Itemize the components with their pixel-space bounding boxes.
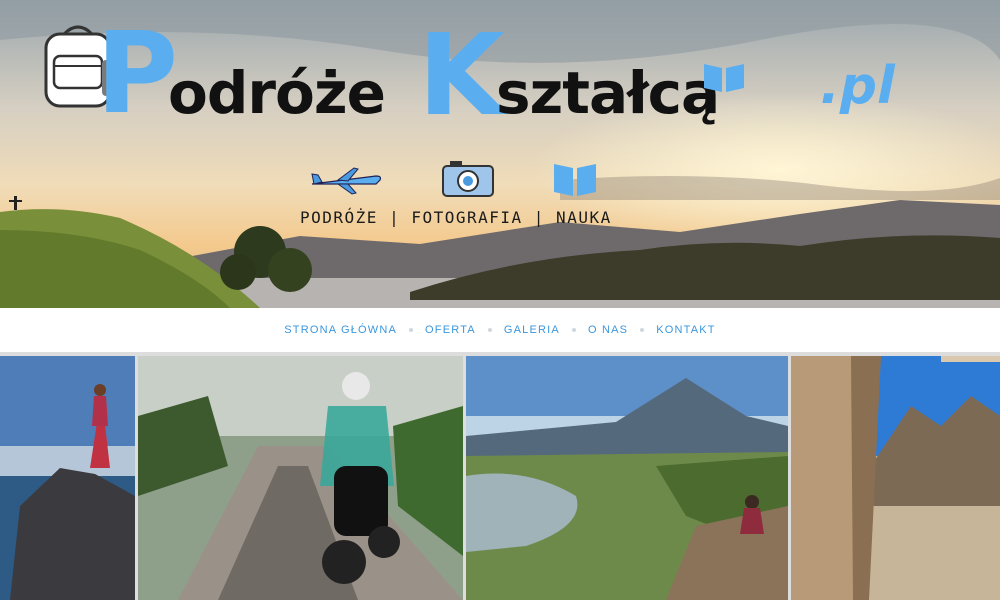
gallery-photo-valley-lake[interactable] bbox=[466, 356, 788, 600]
nav-item-gallery[interactable]: GALERIA bbox=[504, 324, 560, 336]
logo-word-podroze: odróże bbox=[168, 59, 386, 127]
main-navigation: STRONA GŁÓWNA OFERTA GALERIA O NAS KONTA… bbox=[0, 308, 1000, 352]
nav-item-about[interactable]: O NAS bbox=[588, 324, 628, 336]
gallery-photo-tent-mountains[interactable] bbox=[791, 356, 1000, 600]
site-logo[interactable]: P odróże K ształcą .pl bbox=[0, 0, 1000, 308]
logo-initial-k: K bbox=[418, 11, 505, 141]
nav-item-contact[interactable]: KONTAKT bbox=[656, 324, 716, 336]
photo-gallery bbox=[0, 352, 1000, 600]
gallery-photo-scooter-road[interactable] bbox=[138, 356, 463, 600]
nav-item-home[interactable]: STRONA GŁÓWNA bbox=[284, 324, 397, 336]
nav-separator bbox=[640, 328, 645, 332]
book-icon bbox=[704, 64, 744, 92]
nav-separator bbox=[571, 328, 576, 332]
nav-separator bbox=[409, 328, 414, 332]
logo-tld: .pl bbox=[820, 56, 895, 116]
tagline-icons bbox=[300, 160, 620, 200]
book-icon bbox=[554, 164, 596, 196]
nav-item-offer[interactable]: OFERTA bbox=[425, 324, 476, 336]
gallery-photo-rock-summit[interactable] bbox=[0, 356, 135, 600]
hero-banner: P odróże K ształcą .pl PODRÓŻE | FOTOGRA… bbox=[0, 0, 1000, 308]
logo-initial-p: P bbox=[96, 9, 179, 139]
camera-icon bbox=[442, 161, 494, 197]
plane-icon bbox=[311, 167, 382, 195]
logo-word-ksztalca: ształcą bbox=[496, 59, 720, 127]
tagline: PODRÓŻE | FOTOGRAFIA | NAUKA bbox=[300, 208, 612, 227]
page: P odróże K ształcą .pl PODRÓŻE | FOTOGRA… bbox=[0, 0, 1000, 600]
nav-separator bbox=[487, 328, 492, 332]
